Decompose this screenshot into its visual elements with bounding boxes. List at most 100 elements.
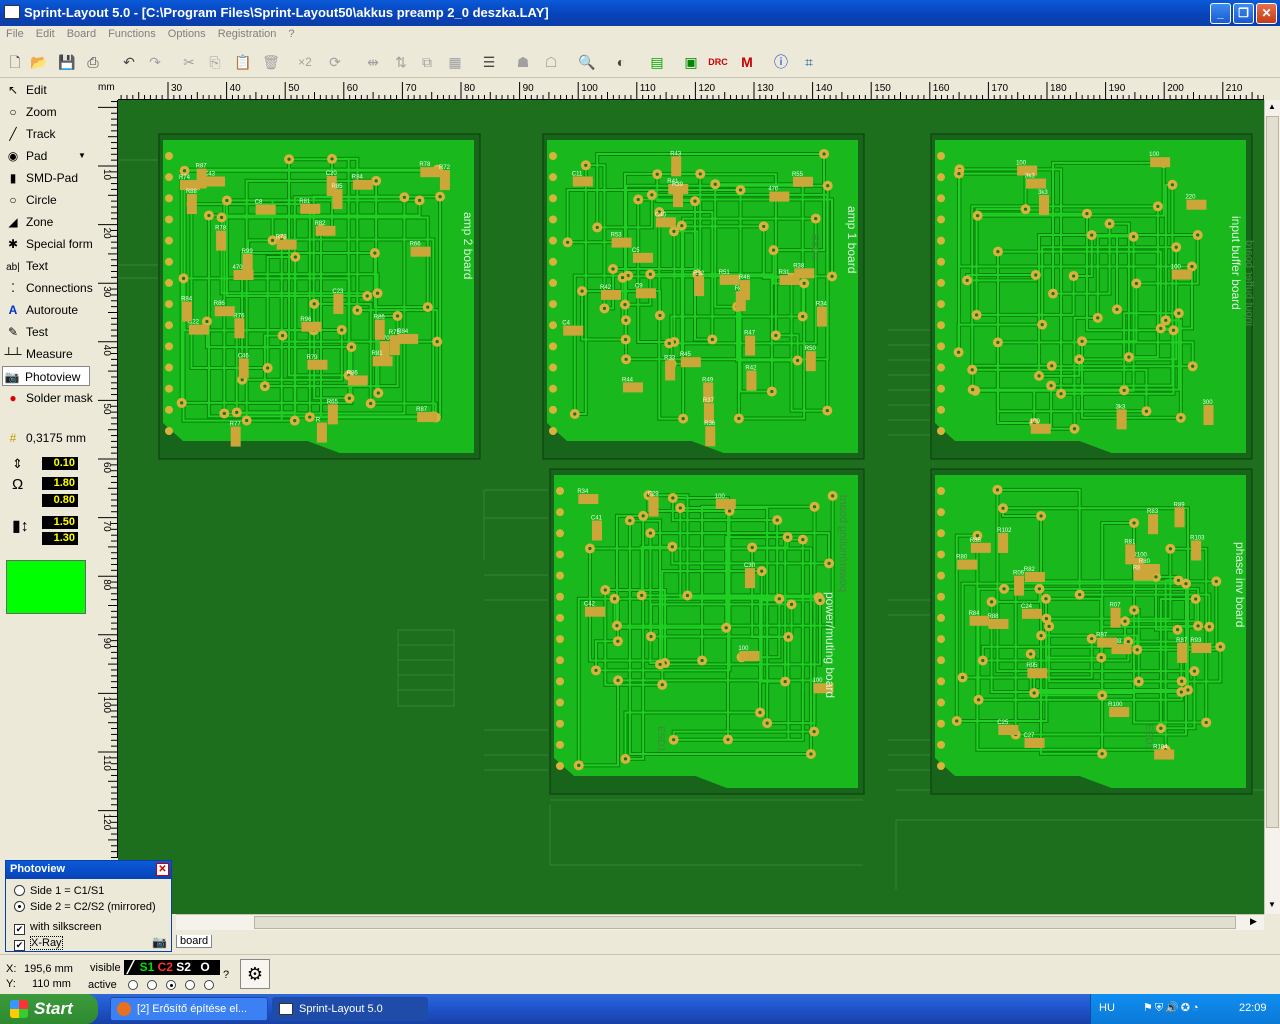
close-icon[interactable]: ✕ (156, 863, 169, 876)
language-indicator[interactable]: HU (1099, 1002, 1115, 1014)
start-button[interactable]: Start (0, 994, 98, 1024)
task-sprint-layout[interactable]: Sprint-Layout 5.0 (272, 997, 428, 1021)
menu-functions[interactable]: Functions (102, 26, 162, 40)
tool-zone[interactable]: ◢ Zone (4, 212, 90, 232)
side1-radio[interactable]: Side 1 = C1/S1 (14, 885, 104, 897)
delete-icon[interactable]: 🗑 (260, 51, 282, 73)
properties-icon[interactable]: ☰ (478, 51, 500, 73)
side2-radio[interactable]: Side 2 = C2/S2 (mirrored) (14, 901, 156, 913)
vertical-scrollbar[interactable]: ▲ ▼ (1264, 100, 1280, 914)
tool-measure[interactable]: ┴┴ Measure (4, 344, 90, 364)
tool-test[interactable]: ✎ Test (4, 322, 90, 342)
lock-icon[interactable]: ☗ (512, 51, 534, 73)
rotate-icon[interactable]: ⟳ (324, 51, 346, 73)
info-icon[interactable]: ⓘ (770, 51, 792, 73)
vertical-scroll-thumb[interactable] (1266, 116, 1279, 828)
tool-pad[interactable]: ◉ Pad ▼ (4, 146, 90, 166)
tool-special-form[interactable]: ✱ Special form (4, 234, 93, 254)
layers-icon[interactable]: ▤ (646, 51, 668, 73)
macro-icon[interactable]: M (736, 51, 758, 73)
menu-help[interactable]: ? (282, 26, 300, 40)
pcb-board-power[interactable]: C41 100 C42 100 C30 100 C29 R34 (549, 468, 865, 795)
copy-icon[interactable]: ⎘ (204, 51, 226, 73)
menu-board[interactable]: Board (61, 26, 102, 40)
save-icon[interactable]: 💾 (56, 51, 78, 73)
test-icon-tb[interactable]: ▣ (680, 51, 702, 73)
active-radio-o[interactable] (204, 980, 214, 990)
menu-options[interactable]: Options (162, 26, 212, 40)
camera-icon[interactable]: 📷 (152, 935, 167, 949)
menu-file[interactable]: File (0, 26, 30, 40)
grid-setting[interactable]: #0,3175 mm (4, 428, 90, 448)
active-layer-radios[interactable] (126, 979, 220, 991)
contrast-icon[interactable]: ◐ (610, 51, 632, 73)
pcb-board-amp2[interactable]: R78R79C46R70RR78R73C8C43470C22R74R82R84R… (158, 133, 481, 460)
layer-s2[interactable]: S2 (176, 960, 191, 974)
xray-checkbox[interactable]: ✔ X-Ray (14, 936, 63, 951)
group-icon[interactable]: ⧉ (416, 51, 438, 73)
pad-outer-value[interactable]: 1.80 (42, 477, 78, 490)
scroll-down-icon[interactable]: ▼ (1268, 900, 1276, 909)
drc-icon[interactable]: DRC (707, 51, 729, 73)
undo-icon[interactable]: ↶ (118, 51, 140, 73)
pcb-canvas[interactable]: R78R79C46R70RR78R73C8C43470C22R74R82R84R… (118, 100, 1264, 914)
tool-smd-pad[interactable]: ▮ SMD-Pad (4, 168, 90, 188)
smd-width-value[interactable]: 1.50 (42, 516, 78, 529)
active-radio-s1[interactable] (147, 980, 157, 990)
tool-photoview[interactable]: 📷 Photoview (2, 366, 90, 386)
tool-connections[interactable]: ⁚ Connections (4, 278, 93, 298)
pad-icon: ◉ (7, 149, 19, 163)
pcb-board-phase[interactable]: R103R102C24R07R08R100C27R104R100C25R93R0… (930, 468, 1253, 795)
menu-edit[interactable]: Edit (30, 26, 61, 40)
scroll-right-icon[interactable]: ▶ (1250, 916, 1257, 927)
crop-icon[interactable]: ⌗ (798, 51, 820, 73)
horizontal-scroll-thumb[interactable] (254, 916, 1236, 929)
duplicate-icon[interactable]: ×2 (294, 51, 316, 73)
layer-color-swatch[interactable] (6, 560, 86, 614)
active-radio-c1[interactable] (128, 980, 138, 990)
help-question[interactable]: ? (223, 969, 229, 981)
ungroup-icon[interactable]: ▦ (444, 51, 466, 73)
active-radio-c2[interactable] (166, 980, 176, 990)
silkscreen-checkbox[interactable]: ✔ with silkscreen (14, 921, 102, 935)
unlock-icon[interactable]: ☖ (540, 51, 562, 73)
print-icon[interactable]: ⎙ (82, 51, 104, 73)
redo-icon[interactable]: ↷ (144, 51, 166, 73)
track-width-value[interactable]: 0.10 (42, 457, 78, 470)
minimize-button[interactable]: _ (1210, 3, 1231, 24)
layer-visibility[interactable]: ╱ S1 C2 S2 O (124, 960, 220, 975)
pcb-board-input[interactable]: 100 300 100 100 100 3k3 3k3 3k3 220 (930, 133, 1253, 460)
layer-c2[interactable]: C2 (158, 960, 173, 974)
restore-button[interactable]: ❐ (1233, 3, 1254, 24)
component-icon[interactable]: ⚙ (240, 959, 270, 989)
close-button[interactable]: ✕ (1256, 3, 1277, 24)
chevron-down-icon[interactable]: ▼ (78, 146, 86, 166)
layer-o[interactable]: O (200, 960, 209, 974)
pcb-board-amp1[interactable]: R47R44C11R49R42 C9C40470C4R41R43R45R50C5R… (542, 133, 865, 460)
tool-zoom[interactable]: ○ Zoom (4, 102, 90, 122)
new-icon[interactable]: 🗋 (4, 51, 26, 73)
tool-track[interactable]: ╱ Track (4, 124, 90, 144)
open-icon[interactable]: 📂 (28, 51, 50, 73)
tool-text[interactable]: ab| Text (4, 256, 90, 276)
task-firefox[interactable]: [2] Erősítő építése el... (110, 997, 268, 1021)
tray-icons[interactable]: ⚑⛨🔊✪◔ (1143, 1001, 1201, 1015)
scroll-up-icon[interactable]: ▲ (1268, 102, 1276, 111)
pad-inner-value[interactable]: 0.80 (42, 494, 78, 507)
tool-circle[interactable]: ○ Circle (4, 190, 90, 210)
tab-board[interactable]: board (176, 935, 213, 948)
cut-icon[interactable]: ✂ (178, 51, 200, 73)
active-radio-s2[interactable] (185, 980, 195, 990)
tool-edit[interactable]: ↖ Edit (4, 80, 90, 100)
paste-icon[interactable]: 📋 (232, 51, 254, 73)
pcb-drawing[interactable]: R78R79C46R70RR78R73C8C43470C22R74R82R84R… (118, 100, 1264, 914)
align-icon[interactable]: ⇅ (390, 51, 412, 73)
smd-height-value[interactable]: 1.30 (42, 532, 78, 545)
horizontal-scrollbar[interactable]: ▶ (176, 914, 1264, 930)
zoom-icon[interactable]: 🔍 (576, 51, 598, 73)
tool-solder-mask[interactable]: ● Solder mask (4, 388, 92, 408)
menu-registration[interactable]: Registration (212, 26, 283, 40)
tool-autoroute[interactable]: A Autoroute (4, 300, 90, 320)
layer-c1-s1[interactable]: S1 (140, 960, 155, 974)
mirror-icon[interactable]: ⇹ (362, 51, 384, 73)
